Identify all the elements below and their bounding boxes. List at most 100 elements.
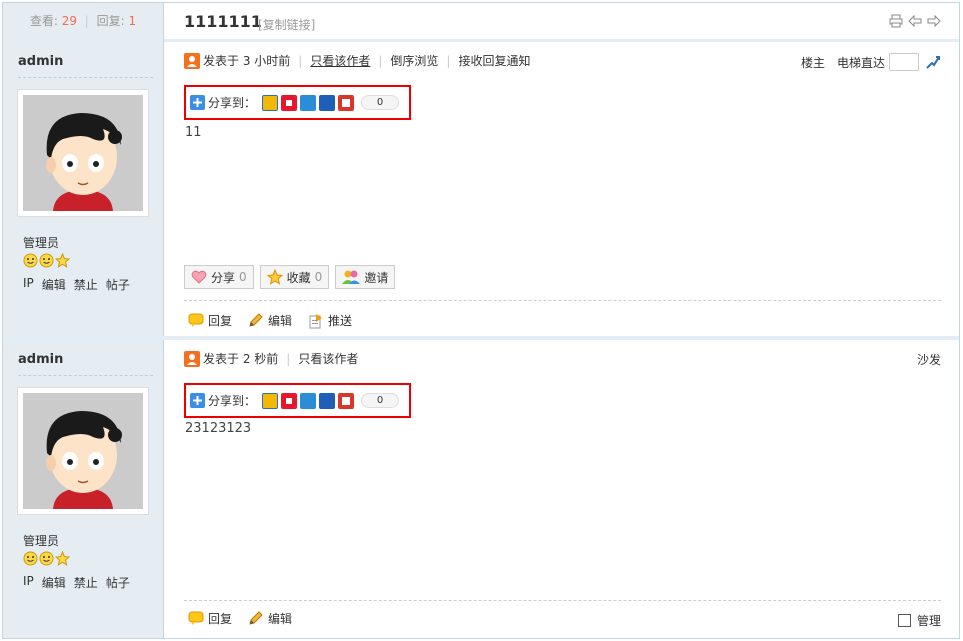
user-posts-link[interactable]: 帖子	[106, 574, 130, 591]
ip-link[interactable]: IP	[23, 574, 34, 591]
share-count: 0	[361, 393, 400, 408]
post-main: 发表于 3 小时前 | 只看该作者 | 倒序浏览 | 接收回复通知 楼主 电梯直…	[164, 42, 959, 336]
star-icon	[266, 269, 283, 285]
invite-button-label: 邀请	[364, 270, 389, 285]
edit-user-link[interactable]: 编辑	[42, 574, 66, 591]
post-1: admin 管理员 IP 编辑 禁止 帖子 发表于 3 小时前 | 只看该作者 …	[3, 42, 959, 336]
favorite-button[interactable]: 收藏 0	[259, 265, 330, 289]
avatar[interactable]	[17, 387, 149, 515]
avatar[interactable]	[17, 89, 149, 217]
pencil-icon	[249, 611, 263, 625]
edit-user-link[interactable]: 编辑	[42, 276, 66, 293]
thread-header: 查看: 29 | 回复: 1 1111111 [复制链接]	[3, 3, 959, 42]
post-action-buttons: 分享 0 收藏 0 邀请	[184, 265, 396, 289]
views-label: 查看:	[29, 14, 58, 28]
favorite-button-label: 收藏	[286, 270, 311, 285]
share-button-label: 分享	[211, 270, 236, 285]
edit-button[interactable]: 编辑	[248, 312, 292, 329]
push-button[interactable]: 推送	[308, 312, 352, 329]
only-author-link[interactable]: 只看该作者	[298, 350, 358, 367]
edit-button[interactable]: 编辑	[248, 610, 292, 627]
weibo-icon[interactable]	[281, 94, 298, 111]
weibo-icon[interactable]	[281, 392, 298, 409]
reverse-order-link[interactable]: 倒序浏览	[390, 52, 438, 69]
thread-stats: 查看: 29 | 回复: 1	[3, 3, 164, 42]
invite-button[interactable]: 邀请	[335, 265, 396, 289]
manage-checkbox[interactable]	[897, 614, 911, 627]
manage-label: 管理	[916, 614, 941, 628]
ban-user-link[interactable]: 禁止	[74, 276, 98, 293]
floor-nav: 沙发	[917, 351, 941, 368]
post-content: 23123123	[185, 421, 252, 436]
qzone-icon[interactable]	[262, 94, 279, 111]
replies-label: 回复:	[96, 14, 125, 28]
smiley-icon	[23, 551, 38, 566]
user-posts-link[interactable]: 帖子	[106, 276, 130, 293]
sidebar-divider	[18, 77, 153, 78]
meta-separator: |	[286, 351, 291, 366]
smiley-icon	[39, 253, 54, 268]
ban-user-link[interactable]: 禁止	[74, 574, 98, 591]
author-sidebar: admin 管理员 IP 编辑 禁止 帖子	[3, 340, 164, 638]
user-rank-icons	[23, 253, 70, 268]
post-time: 发表于 3 小时前	[203, 54, 291, 68]
reply-notify-link[interactable]: 接收回复通知	[458, 52, 530, 69]
share-button[interactable]: 分享 0	[184, 265, 254, 289]
meta-separator: |	[378, 53, 383, 68]
print-icon[interactable]	[889, 14, 903, 28]
star-icon	[55, 253, 70, 268]
pencil-icon	[249, 313, 263, 327]
author-sidebar: admin 管理员 IP 编辑 禁止 帖子	[3, 42, 164, 336]
push-icon	[309, 313, 323, 328]
floor-label: 沙发	[916, 353, 941, 367]
thread-title: 1111111	[184, 12, 262, 31]
plus-share-icon[interactable]	[190, 95, 205, 110]
share-to-label: 分享到：	[208, 96, 257, 110]
plus-share-icon[interactable]	[190, 393, 205, 408]
elevator-label: 电梯直达	[836, 55, 885, 70]
prev-thread-icon[interactable]	[908, 14, 922, 28]
floor-input[interactable]	[889, 53, 919, 71]
copy-link-button[interactable]: [复制链接]	[258, 16, 315, 33]
reply-button[interactable]: 回复	[188, 610, 232, 627]
meta-separator: |	[446, 53, 451, 68]
floor-nav: 楼主 电梯直达	[801, 53, 941, 71]
sidebar-divider	[18, 375, 153, 376]
meta-separator: |	[298, 53, 303, 68]
renren-icon[interactable]	[319, 392, 336, 409]
user-role: 管理员	[23, 534, 60, 548]
thread-container: 查看: 29 | 回复: 1 1111111 [复制链接] admin 管理员 …	[2, 2, 960, 639]
next-thread-icon[interactable]	[927, 14, 941, 28]
qzone-icon[interactable]	[262, 392, 279, 409]
people-icon	[342, 270, 361, 284]
author-name[interactable]: admin	[18, 352, 63, 367]
share-to-label: 分享到：	[208, 394, 257, 408]
reply-bubble-icon	[188, 611, 204, 625]
actions-divider	[184, 300, 941, 301]
admin-links: IP 编辑 禁止 帖子	[23, 276, 130, 293]
renren-icon[interactable]	[319, 94, 336, 111]
pengyou-icon[interactable]	[300, 94, 317, 111]
heart-icon	[191, 270, 207, 284]
post-meta: 发表于 2 秒前 | 只看该作者	[184, 350, 358, 367]
star-icon	[55, 551, 70, 566]
tqq-icon[interactable]	[338, 94, 355, 111]
pengyou-icon[interactable]	[300, 392, 317, 409]
elevator-go-icon[interactable]	[925, 54, 941, 70]
reply-label: 回复	[208, 314, 233, 328]
post-footer-actions: 回复 编辑 推送	[188, 312, 352, 329]
ip-link[interactable]: IP	[23, 276, 34, 293]
tqq-icon[interactable]	[338, 392, 355, 409]
share-count: 0	[361, 95, 400, 110]
user-icon	[184, 350, 200, 367]
admin-links: IP 编辑 禁止 帖子	[23, 574, 130, 591]
favorite-button-count: 0	[314, 270, 323, 284]
user-icon	[184, 52, 200, 69]
push-label: 推送	[328, 314, 353, 328]
author-name[interactable]: admin	[18, 54, 63, 69]
smiley-icon	[23, 253, 38, 268]
only-author-link[interactable]: 只看该作者	[310, 52, 370, 69]
actions-divider	[184, 600, 941, 601]
views-count: 29	[61, 14, 77, 28]
reply-button[interactable]: 回复	[188, 312, 232, 329]
